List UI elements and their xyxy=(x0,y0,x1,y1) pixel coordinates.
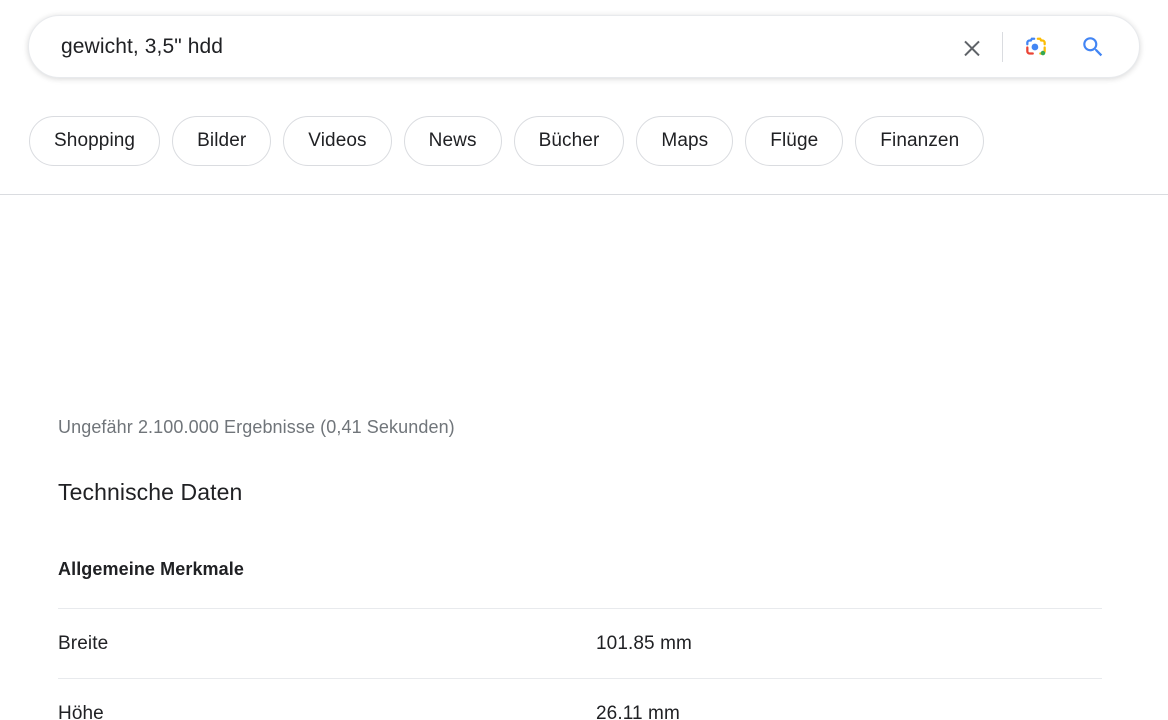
chip-label: Maps xyxy=(661,130,708,152)
chip-label: Finanzen xyxy=(880,130,959,152)
table-row: Breite 101.85 mm xyxy=(58,608,1102,678)
google-lens-icon xyxy=(1023,34,1049,60)
close-icon xyxy=(960,35,984,59)
chip-label: News xyxy=(429,130,477,152)
spec-label: Breite xyxy=(58,633,596,655)
spec-value: 26.11 mm xyxy=(596,703,680,720)
spec-label: Höhe xyxy=(58,703,596,720)
chip-label: Shopping xyxy=(54,130,135,152)
spec-value: 101.85 mm xyxy=(596,633,692,655)
spec-table: Breite 101.85 mm Höhe 26.11 mm Tiefe 146… xyxy=(58,608,1102,720)
search-header: Shopping Bilder Videos News Bücher Maps … xyxy=(0,0,1168,195)
chip-label: Flüge xyxy=(770,130,818,152)
search-submit-button[interactable] xyxy=(1069,25,1117,69)
table-row: Höhe 26.11 mm xyxy=(58,678,1102,720)
spec-group-title: Allgemeine Merkmale xyxy=(58,559,244,580)
search-icon xyxy=(1080,34,1106,60)
chip-label: Bilder xyxy=(197,130,246,152)
chip-bilder[interactable]: Bilder xyxy=(172,116,271,166)
clear-search-button[interactable] xyxy=(950,25,994,69)
filter-chips: Shopping Bilder Videos News Bücher Maps … xyxy=(29,116,984,166)
chip-buecher[interactable]: Bücher xyxy=(514,116,625,166)
chip-fluege[interactable]: Flüge xyxy=(745,116,843,166)
search-bar[interactable] xyxy=(28,15,1140,78)
chip-shopping[interactable]: Shopping xyxy=(29,116,160,166)
page-title: Technische Daten xyxy=(58,479,242,506)
chip-videos[interactable]: Videos xyxy=(283,116,391,166)
header-divider xyxy=(0,194,1168,195)
chip-finanzen[interactable]: Finanzen xyxy=(855,116,984,166)
chip-label: Bücher xyxy=(539,130,600,152)
chip-maps[interactable]: Maps xyxy=(636,116,733,166)
search-bar-actions xyxy=(950,16,1139,77)
actions-divider xyxy=(1002,32,1003,62)
google-lens-button[interactable] xyxy=(1013,25,1059,69)
search-input[interactable] xyxy=(29,16,950,77)
chip-label: Videos xyxy=(308,130,366,152)
result-stats: Ungefähr 2.100.000 Ergebnisse (0,41 Seku… xyxy=(58,417,455,438)
chip-news[interactable]: News xyxy=(404,116,502,166)
